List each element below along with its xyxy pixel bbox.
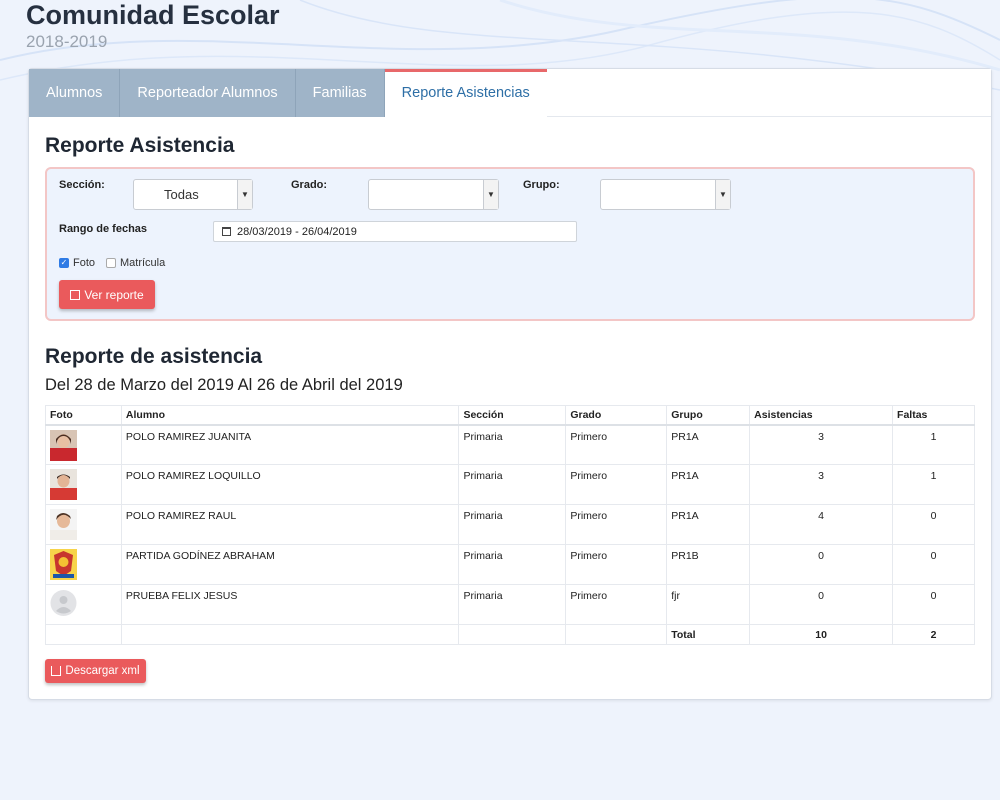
chevron-down-icon: ▼	[483, 180, 498, 209]
table-row: PARTIDA GODÍNEZ ABRAHAM Primaria Primero…	[45, 544, 975, 585]
grado-cell: Primero	[565, 544, 668, 585]
checkbox-unchecked-icon	[106, 258, 116, 268]
rango-label: Rango de fechas	[59, 223, 148, 235]
table-row: PRUEBA FELIX JESUS Primaria Primero fjr …	[45, 584, 975, 625]
grado-cell: Primero	[565, 424, 668, 465]
grupo-cell: PR1A	[666, 424, 751, 465]
seccion-cell: Primaria	[458, 544, 567, 585]
grupo-cell: PR1A	[666, 504, 751, 545]
photo-cell	[45, 504, 122, 545]
column-header-asistencias: Asistencias	[749, 405, 894, 426]
photo-cell	[45, 424, 122, 465]
calendar-icon	[222, 227, 231, 236]
grupo-select[interactable]: ▼	[600, 179, 731, 210]
main-card: Alumnos Reporteador Alumnos Familias Rep…	[28, 68, 992, 700]
faltas-cell: 1	[892, 464, 975, 505]
app-subtitle: 2018-2019	[26, 32, 108, 51]
seccion-cell: Primaria	[458, 584, 567, 625]
tab-familias[interactable]: Familias	[295, 69, 385, 117]
column-header-seccion: Sección	[458, 405, 567, 426]
total-faltas: 2	[892, 624, 975, 645]
asistencias-cell: 0	[749, 544, 894, 585]
tab-reporte-asistencias[interactable]: Reporte Asistencias	[384, 69, 547, 117]
grupo-cell: PR1B	[666, 544, 751, 585]
column-header-faltas: Faltas	[892, 405, 975, 426]
alumno-cell: PRUEBA FELIX JESUS	[120, 584, 460, 625]
total-asistencias: 10	[749, 624, 894, 645]
alumno-cell: PARTIDA GODÍNEZ ABRAHAM	[120, 544, 460, 585]
app-title: Comunidad Escolar	[26, 0, 280, 30]
alumno-cell: POLO RAMIREZ JUANITA	[120, 424, 460, 465]
chevron-down-icon: ▼	[715, 180, 730, 209]
column-header-foto: Foto	[45, 405, 122, 426]
date-range-value: 28/03/2019 - 26/04/2019	[237, 225, 357, 238]
seccion-select[interactable]: Todas ▼	[133, 179, 253, 210]
table-header-row: Foto Alumno Sección Grado Grupo Asistenc…	[45, 405, 975, 426]
report-subtitle: Del 28 de Marzo del 2019 Al 26 de Abril …	[45, 376, 403, 394]
checkbox-checked-icon: ✓	[59, 258, 69, 268]
column-header-alumno: Alumno	[120, 405, 460, 426]
chevron-down-icon: ▼	[237, 180, 252, 209]
foto-checkbox[interactable]: ✓ Foto	[59, 257, 95, 269]
asistencias-cell: 4	[749, 504, 894, 545]
descargar-xml-label: Descargar xml	[65, 665, 140, 677]
asistencias-cell: 3	[749, 464, 894, 505]
grado-cell: Primero	[565, 504, 668, 545]
default-avatar-icon	[50, 590, 77, 616]
grado-cell: Primero	[565, 464, 668, 505]
filters-panel: Sección: Todas ▼ Grado: ▼ Grupo: ▼ Rango…	[45, 167, 975, 321]
matricula-label: Matrícula	[120, 257, 166, 269]
external-link-icon	[70, 289, 81, 300]
alumno-cell: POLO RAMIREZ LOQUILLO	[120, 464, 460, 505]
seccion-value: Todas	[164, 187, 199, 202]
table-row: POLO RAMIREZ LOQUILLO Primaria Primero P…	[45, 464, 975, 505]
tab-reporteador-alumnos[interactable]: Reporteador Alumnos	[120, 69, 296, 117]
date-range-input[interactable]: 28/03/2019 - 26/04/2019	[213, 221, 577, 242]
app-header: Comunidad Escolar 2018-2019	[26, 0, 966, 52]
alumno-cell: POLO RAMIREZ RAUL	[120, 504, 460, 545]
ver-reporte-label: Ver reporte	[84, 287, 144, 302]
column-header-grado: Grado	[565, 405, 668, 426]
seccion-cell: Primaria	[458, 504, 567, 545]
attendance-table: Foto Alumno Sección Grado Grupo Asistenc…	[45, 405, 975, 645]
asistencias-cell: 3	[749, 424, 894, 465]
grado-select[interactable]: ▼	[368, 179, 499, 210]
photo-cell	[45, 544, 122, 585]
seccion-label: Sección:	[59, 179, 105, 191]
photo-cell	[45, 584, 122, 625]
asistencias-cell: 0	[749, 584, 894, 625]
download-icon	[51, 666, 62, 676]
grupo-cell: PR1A	[666, 464, 751, 505]
student-photo	[50, 549, 77, 580]
student-photo	[50, 509, 77, 540]
matricula-checkbox[interactable]: Matrícula	[106, 257, 165, 269]
grupo-cell: fjr	[666, 584, 751, 625]
student-photo	[50, 429, 77, 461]
faltas-cell: 0	[892, 544, 975, 585]
seccion-cell: Primaria	[458, 424, 567, 465]
tab-bar: Alumnos Reporteador Alumnos Familias Rep…	[29, 69, 991, 117]
grado-cell: Primero	[565, 584, 668, 625]
photo-cell	[45, 464, 122, 505]
student-photo	[50, 469, 77, 500]
tab-alumnos[interactable]: Alumnos	[29, 69, 121, 117]
column-header-grupo: Grupo	[666, 405, 751, 426]
seccion-cell: Primaria	[458, 464, 567, 505]
filters-title: Reporte Asistencia	[45, 134, 235, 157]
grado-label: Grado:	[291, 179, 328, 191]
report-title: Reporte de asistencia	[45, 345, 263, 368]
table-total-row: Total 10 2	[45, 624, 975, 645]
grupo-label: Grupo:	[523, 179, 560, 191]
faltas-cell: 1	[892, 424, 975, 465]
faltas-cell: 0	[892, 584, 975, 625]
faltas-cell: 0	[892, 504, 975, 545]
total-label: Total	[666, 624, 751, 645]
descargar-xml-button[interactable]: Descargar xml	[45, 659, 146, 683]
table-row: POLO RAMIREZ JUANITA Primaria Primero PR…	[45, 424, 975, 465]
table-row: POLO RAMIREZ RAUL Primaria Primero PR1A …	[45, 504, 975, 545]
foto-label: Foto	[73, 257, 96, 269]
ver-reporte-button[interactable]: Ver reporte	[59, 280, 155, 309]
